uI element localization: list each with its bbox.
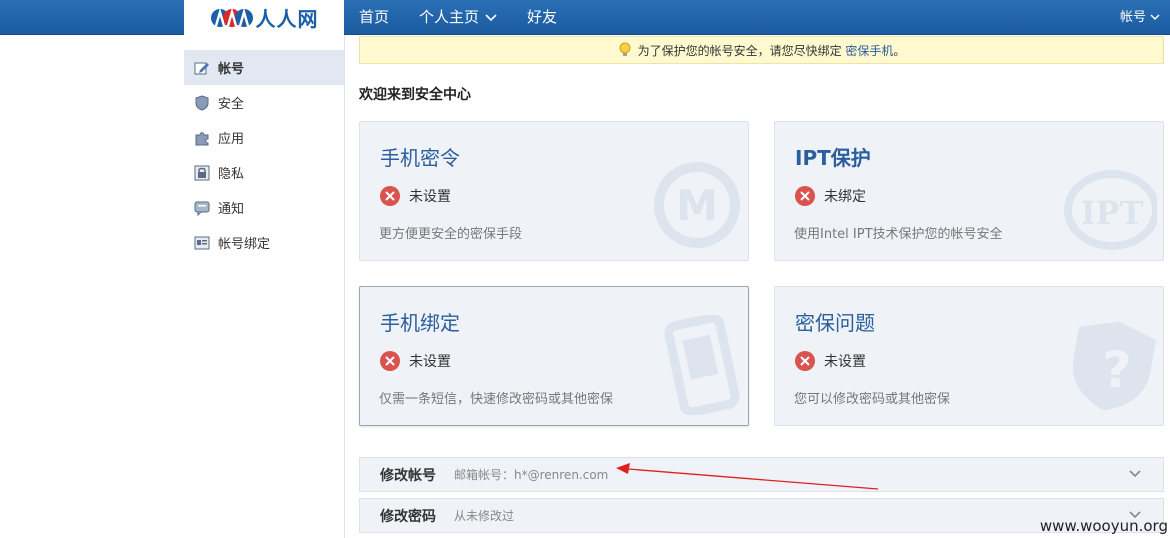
source-watermark: www.wooyun.org xyxy=(1039,517,1168,535)
annotation-arrow xyxy=(616,463,879,490)
